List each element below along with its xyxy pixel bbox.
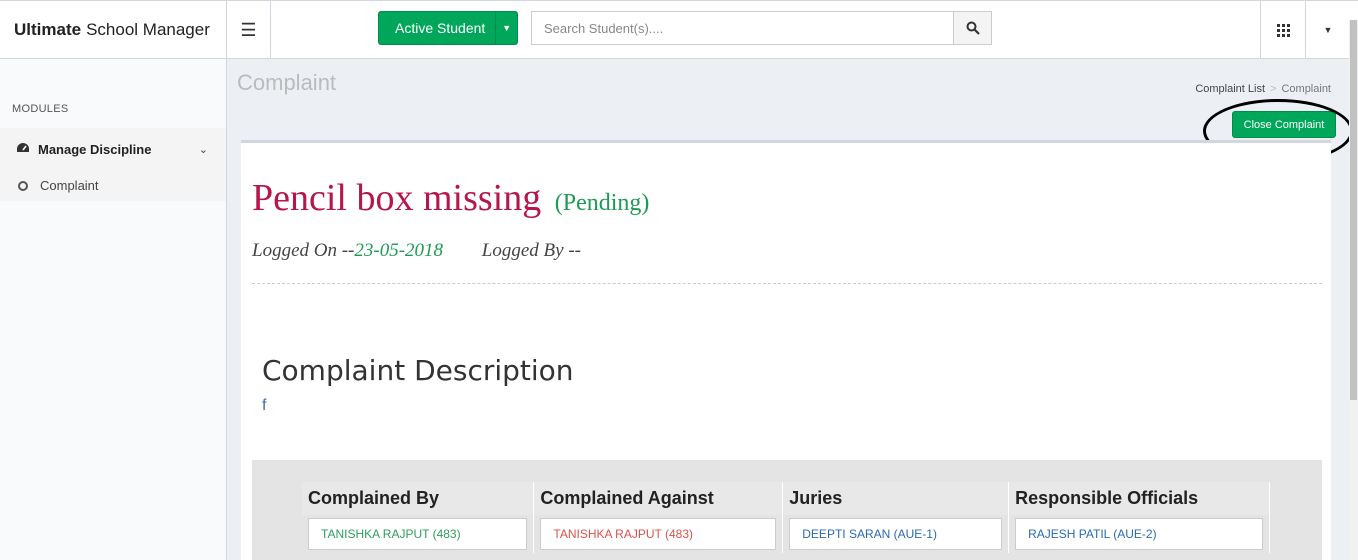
column-header: Juries <box>782 482 1010 515</box>
modules-label: MODULES <box>12 103 69 115</box>
officials-value[interactable]: RAJESH PATIL (AUE-2) <box>1015 518 1263 550</box>
scrollbar[interactable] <box>1349 20 1358 560</box>
description-text: f <box>262 397 267 414</box>
grid-icon <box>1276 23 1290 37</box>
sidebar-item-label: Complaint <box>40 178 99 193</box>
dashboard-icon <box>16 142 38 157</box>
app-brand[interactable]: Ultimate School Manager <box>0 1 227 59</box>
table-header-row: Complained By Complained Against Juries … <box>302 482 1270 515</box>
sidebar: MODULES Manage Discipline ⌄ Complaint <box>0 59 227 560</box>
complaint-title: Pencil box missing <box>252 177 542 219</box>
close-complaint-button[interactable]: Close Complaint <box>1232 111 1336 138</box>
search-button[interactable] <box>953 11 992 45</box>
breadcrumb-separator: > <box>1270 83 1277 95</box>
parties-panel: Complained By Complained Against Juries … <box>252 460 1322 560</box>
brand-bold: Ultimate <box>14 20 82 39</box>
user-dropdown-button[interactable]: ▼ <box>1305 1 1350 59</box>
menu-group-discipline: Manage Discipline ⌄ Complaint <box>0 128 226 201</box>
breadcrumb-current: Complaint <box>1281 83 1331 95</box>
breadcrumb-link-complaint-list[interactable]: Complaint List <box>1195 83 1265 95</box>
apps-grid-button[interactable] <box>1260 1 1305 59</box>
complaint-title-row: Pencil box missing (Pending) <box>252 176 649 220</box>
complaint-box: Pencil box missing (Pending) Logged On -… <box>241 140 1331 560</box>
sidebar-item-manage-discipline[interactable]: Manage Discipline ⌄ <box>0 128 226 170</box>
complained-by-value[interactable]: TANISHKA RAJPUT (483) <box>308 518 528 550</box>
logged-on-date: 23-05-2018 <box>354 240 444 261</box>
top-header: Ultimate School Manager ☰ Active Student… <box>0 0 1358 59</box>
circle-icon <box>18 180 28 191</box>
menu-toggle-icon[interactable]: ☰ <box>227 1 271 59</box>
parties-table: Complained By Complained Against Juries … <box>302 482 1270 553</box>
column-header: Complained By <box>302 482 535 515</box>
logged-on-label: Logged On -- <box>252 240 355 261</box>
scrollbar-thumb[interactable] <box>1350 20 1357 400</box>
sidebar-group-label: Manage Discipline <box>38 141 152 157</box>
column-header: Responsible Officials <box>1008 482 1270 515</box>
table-row: TANISHKA RAJPUT (483) TANISHKA RAJPUT (4… <box>302 515 1270 553</box>
search-input[interactable] <box>531 11 953 45</box>
column-header: Complained Against <box>533 482 784 515</box>
caret-down-icon: ▼ <box>1323 25 1333 35</box>
search-icon <box>966 21 980 35</box>
caret-down-icon[interactable]: ▼ <box>495 12 517 44</box>
juries-value[interactable]: DEEPTI SARAN (AUE-1) <box>789 518 1003 550</box>
breadcrumb: Complaint List > Complaint <box>1195 83 1331 95</box>
complained-against-value[interactable]: TANISHKA RAJPUT (483) <box>540 518 777 550</box>
active-student-button[interactable]: Active Student ▼ <box>378 11 518 45</box>
complaint-status: (Pending) <box>554 190 650 216</box>
logged-info: Logged On --23-05-2018 Logged By -- <box>252 240 581 262</box>
chevron-down-icon: ⌄ <box>198 143 208 156</box>
student-search <box>531 11 992 45</box>
divider <box>252 283 1322 284</box>
active-student-label: Active Student <box>395 20 486 36</box>
page-title: Complaint <box>237 70 337 95</box>
brand-rest: School Manager <box>86 20 210 39</box>
description-heading: Complaint Description <box>262 354 574 387</box>
sidebar-item-complaint[interactable]: Complaint <box>0 170 226 201</box>
logged-by-label: Logged By -- <box>481 240 581 261</box>
